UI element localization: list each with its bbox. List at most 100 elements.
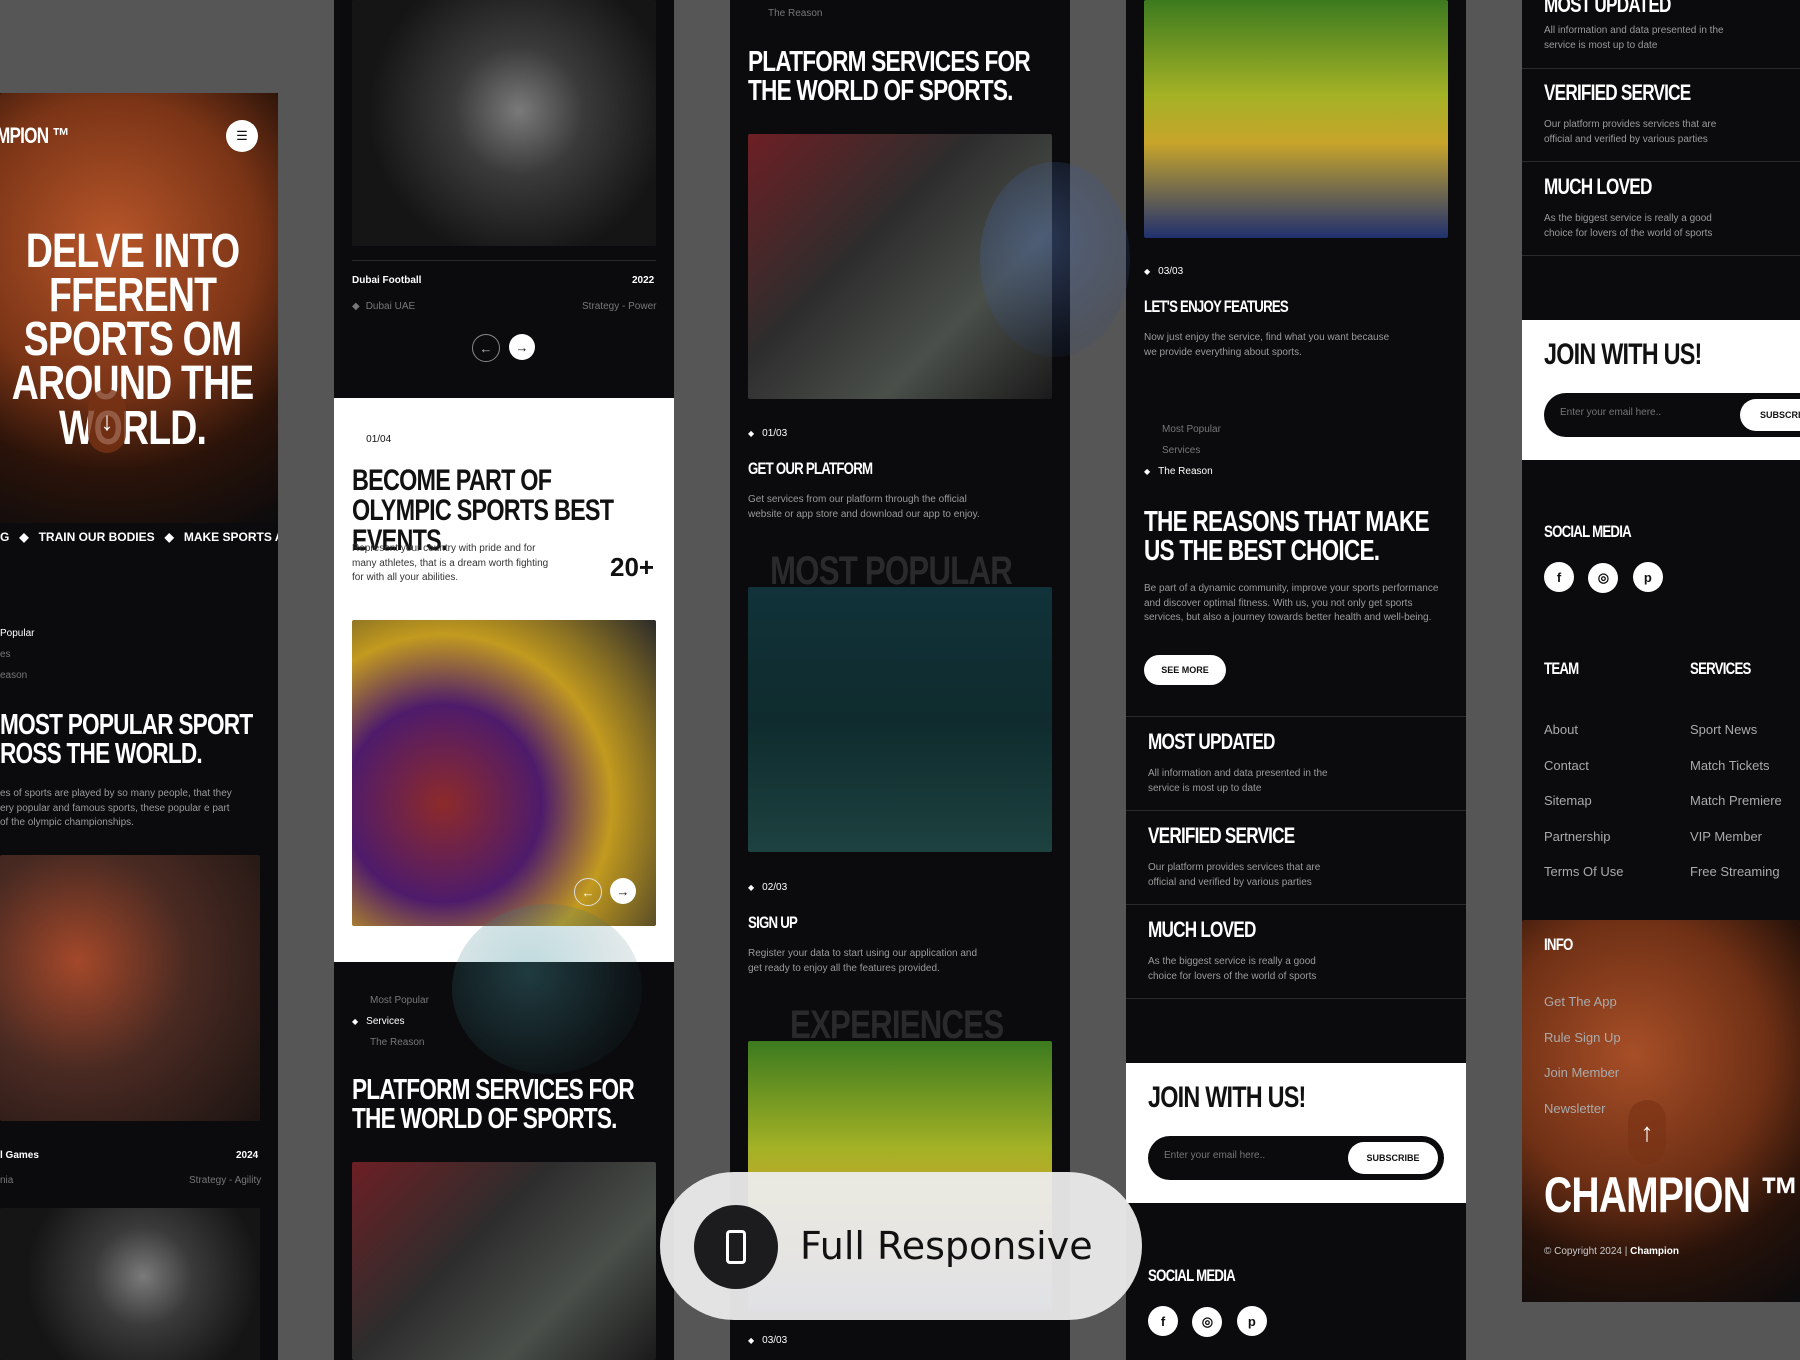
footer-link-free-streaming[interactable]: Free Streaming xyxy=(1690,854,1782,890)
marquee-strip: G ◆ TRAIN OUR BODIES ◆ MAKE SPORTS AS A … xyxy=(0,523,278,551)
section-counter: 01/04 xyxy=(352,434,391,445)
badge-icon-circle xyxy=(694,1205,778,1289)
prev-button[interactable]: ← xyxy=(574,878,602,906)
football-player-image xyxy=(0,1208,260,1360)
subscribe-button[interactable]: SUBSCRIBE xyxy=(1348,1142,1438,1174)
hero-title: DELVE INTO FFERENT SPORTS OM AROUND THE … xyxy=(11,225,255,455)
footer-info-title: INFO xyxy=(1544,935,1573,954)
scroll-down-button[interactable]: ↓ xyxy=(88,389,126,453)
join-section: JOIN WITH US! SUBSCRI xyxy=(1522,320,1800,460)
badge-label: Full Responsive xyxy=(800,1224,1093,1268)
footer-link-about[interactable]: About xyxy=(1544,712,1623,748)
reasons-title: THE REASONS THAT MAKE US THE BEST CHOICE… xyxy=(1144,506,1430,567)
footer-link-sport-news[interactable]: Sport News xyxy=(1690,712,1782,748)
social-icons: f ◎ p xyxy=(1544,562,1673,593)
step3-counter: 03/03 xyxy=(748,1335,787,1346)
footer-link-newsletter[interactable]: Newsletter xyxy=(1544,1091,1621,1127)
football-action-image xyxy=(748,134,1052,399)
footer-link-join-member[interactable]: Join Member xyxy=(1544,1055,1621,1091)
card-location: nia xyxy=(0,1175,14,1186)
section-nav: Popular es eason xyxy=(0,628,34,681)
feature-item: VERIFIED SERVICE Our platform provides s… xyxy=(1522,68,1800,162)
prev-button[interactable]: ← xyxy=(472,334,500,362)
join-section: JOIN WITH US! SUBSCRIBE xyxy=(1126,1063,1466,1203)
pinterest-icon[interactable]: p xyxy=(1632,562,1663,592)
see-more-button[interactable]: SEE MORE xyxy=(1144,655,1226,685)
footer-link-sitemap[interactable]: Sitemap xyxy=(1544,783,1623,819)
brand-logo: MPION ™ xyxy=(0,123,70,148)
join-title: JOIN WITH US! xyxy=(1544,338,1702,371)
nav-item[interactable]: Most Popular xyxy=(1162,424,1221,435)
feature-item-text: Our platform provides services that are … xyxy=(1148,862,1321,888)
nav-item[interactable]: Services xyxy=(1162,445,1221,456)
next-button[interactable]: → xyxy=(610,878,636,904)
feature-item-text: All information and data presented in th… xyxy=(1148,768,1328,794)
next-button[interactable]: → xyxy=(509,334,535,360)
step1-title: GET OUR PLATFORM xyxy=(748,459,873,478)
feature-item-text: All information and data presented in th… xyxy=(1544,25,1724,51)
footer-link-contact[interactable]: Contact xyxy=(1544,748,1623,784)
watermark-text: MOST POPULAR xyxy=(770,549,1013,593)
instagram-icon[interactable]: ◎ xyxy=(1192,1306,1223,1337)
marquee-dot: ◆ xyxy=(19,530,29,544)
facebook-icon[interactable]: f xyxy=(1544,562,1574,592)
footer-link-terms[interactable]: Terms Of Use xyxy=(1544,854,1623,890)
email-input[interactable] xyxy=(1558,406,1722,419)
scroll-top-button[interactable]: ↑ xyxy=(1628,1100,1666,1164)
football-runner-image xyxy=(352,0,656,246)
menu-button[interactable]: ☰ xyxy=(226,120,258,152)
footer-link-rule-signup[interactable]: Rule Sign Up xyxy=(1544,1020,1621,1056)
social-icons: f ◎ p xyxy=(1148,1306,1277,1337)
copyright: © Copyright 2024 | Champion xyxy=(1544,1246,1679,1257)
feature-title: LET'S ENJOY FEATURES xyxy=(1144,297,1289,316)
feature-item-title: VERIFIED SERVICE xyxy=(1148,823,1295,848)
footer-link-vip-member[interactable]: VIP Member xyxy=(1690,819,1782,855)
card-year: 2022 xyxy=(632,275,655,286)
feature-item-text: As the biggest service is really a good … xyxy=(1544,213,1713,239)
feature-item: MUCH LOVED As the biggest service is rea… xyxy=(1522,162,1800,256)
mobile-screen-3: The Reason PLATFORM SERVICES FOR THE WOR… xyxy=(730,0,1070,1360)
instagram-icon[interactable]: ◎ xyxy=(1588,562,1619,593)
section-nav: Most Popular Services The Reason xyxy=(352,995,429,1048)
feature-item-title: MOST UPDATED xyxy=(1544,0,1671,17)
hamburger-icon: ☰ xyxy=(236,128,248,143)
facebook-icon[interactable]: f xyxy=(1148,1306,1178,1336)
card-tags: Strategy - Power xyxy=(582,301,657,312)
pinterest-icon[interactable]: p xyxy=(1236,1306,1267,1336)
arrow-left-icon: ← xyxy=(479,340,493,356)
arrow-down-icon: ↓ xyxy=(100,405,114,436)
copyright-brand[interactable]: Champion xyxy=(1630,1246,1679,1257)
football-action-image xyxy=(352,1162,656,1360)
footer-link-partnership[interactable]: Partnership xyxy=(1544,819,1623,855)
nav-item[interactable]: es xyxy=(0,649,34,660)
arrow-up-icon: ↑ xyxy=(1640,1116,1654,1147)
arrow-left-icon: ← xyxy=(581,884,595,900)
footer-link-get-app[interactable]: Get The App xyxy=(1544,984,1621,1020)
nav-item-active[interactable]: The Reason xyxy=(1144,466,1221,477)
nav-item[interactable]: Most Popular xyxy=(370,995,429,1006)
email-input[interactable] xyxy=(1162,1149,1326,1162)
footer-link-match-tickets[interactable]: Match Tickets xyxy=(1690,748,1782,784)
newsletter-form: SUBSCRIBE xyxy=(1148,1136,1444,1180)
nav-item[interactable]: Popular xyxy=(0,628,34,639)
subscribe-button[interactable]: SUBSCRI xyxy=(1740,399,1800,431)
feature-item-title: MOST UPDATED xyxy=(1148,729,1275,754)
feature-item-title: VERIFIED SERVICE xyxy=(1544,80,1691,105)
mobile-screen-2: Dubai Football 2022 ◆ Dubai UAE Strategy … xyxy=(334,0,674,1360)
watermark-text: EXPERIENCES xyxy=(790,1003,1004,1047)
top-label: The Reason xyxy=(768,8,823,19)
footer-link-match-premiere[interactable]: Match Premiere xyxy=(1690,783,1782,819)
tennis-player-image xyxy=(748,587,1052,852)
feature-item-text: As the biggest service is really a good … xyxy=(1148,956,1317,982)
footer-team-title: TEAM xyxy=(1544,659,1579,678)
nav-item[interactable]: eason xyxy=(0,670,34,681)
join-title: JOIN WITH US! xyxy=(1148,1081,1306,1114)
social-title: SOCIAL MEDIA xyxy=(1148,1266,1236,1285)
nav-item-active[interactable]: Services xyxy=(352,1016,429,1027)
nav-item[interactable]: The Reason xyxy=(370,1037,429,1048)
footer-team-links: About Contact Sitemap Partnership Terms … xyxy=(1544,712,1623,890)
footer-services-title: SERVICES xyxy=(1690,659,1751,678)
stat-value: 20+ xyxy=(610,552,655,582)
card-divider xyxy=(352,260,656,261)
reasons-text: Be part of a dynamic community, improve … xyxy=(1144,583,1439,623)
